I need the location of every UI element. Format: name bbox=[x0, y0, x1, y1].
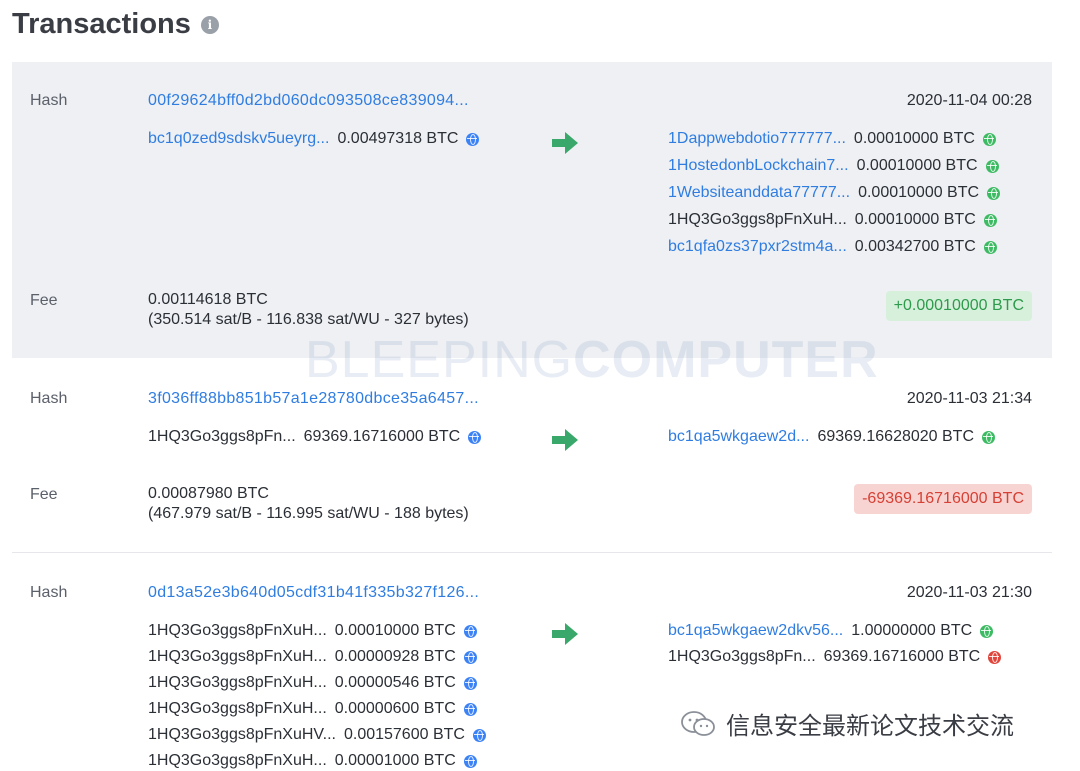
input-row: 1HQ3Go3ggs8pFnXuHV... 0.00157600 BTC bbox=[148, 726, 486, 744]
globe-icon[interactable] bbox=[980, 624, 994, 638]
input-amount: 69369.16716000 BTC bbox=[303, 428, 461, 445]
output-amount: 0.00010000 BTC bbox=[854, 211, 976, 228]
net-amount-badge: +0.00010000 BTC bbox=[885, 291, 1032, 321]
output-address-link[interactable]: 1Dappwebdotio777777... bbox=[668, 130, 846, 148]
fee-label: Fee bbox=[30, 486, 58, 503]
output-amount: 0.00010000 BTC bbox=[858, 184, 980, 201]
arrow-right-icon bbox=[552, 132, 578, 154]
output-amount: 69369.16716000 BTC bbox=[823, 648, 981, 665]
transaction-date: 2020-11-03 21:30 bbox=[906, 584, 1032, 601]
globe-icon[interactable] bbox=[463, 676, 477, 690]
input-row: 1HQ3Go3ggs8pFn... 69369.16716000 BTC bbox=[148, 428, 482, 446]
globe-icon[interactable] bbox=[987, 186, 1001, 200]
output-row: 1HQ3Go3ggs8pFn... 69369.16716000 BTC bbox=[668, 648, 1002, 666]
output-amount: 0.00342700 BTC bbox=[854, 238, 976, 255]
output-amount: 1.00000000 BTC bbox=[851, 622, 973, 639]
page-title: Transactions i bbox=[12, 8, 219, 41]
globe-icon[interactable] bbox=[982, 132, 996, 146]
page-title-text: Transactions bbox=[12, 8, 191, 40]
wechat-icon bbox=[681, 710, 715, 736]
input-amount: 0.00001000 BTC bbox=[334, 752, 456, 769]
input-address: 1HQ3Go3ggs8pFnXuH... bbox=[148, 674, 327, 691]
fee-info: 0.00114618 BTC (350.514 sat/B - 116.838 … bbox=[148, 290, 469, 330]
output-row: bc1qfa0zs37pxr2stm4a... 0.00342700 BTC bbox=[668, 238, 997, 256]
transaction-hash-link[interactable]: 0d13a52e3b640d05cdf31b41f335b327f126... bbox=[148, 584, 479, 602]
input-row: 1HQ3Go3ggs8pFnXuH... 0.00000546 BTC bbox=[148, 674, 477, 692]
globe-icon[interactable] bbox=[463, 754, 477, 768]
globe-icon[interactable] bbox=[468, 430, 482, 444]
output-address: 1HQ3Go3ggs8pFnXuH... bbox=[668, 211, 847, 228]
input-amount: 0.00000546 BTC bbox=[334, 674, 456, 691]
input-address: 1HQ3Go3ggs8pFn... bbox=[148, 428, 296, 445]
transaction-date: 2020-11-04 00:28 bbox=[906, 92, 1032, 109]
arrow-right-icon bbox=[552, 429, 578, 451]
fee-info: 0.00087980 BTC (467.979 sat/B - 116.995 … bbox=[148, 484, 469, 524]
output-address-link[interactable]: bc1qa5wkgaew2dkv56... bbox=[668, 622, 843, 640]
globe-icon[interactable] bbox=[463, 650, 477, 664]
input-row: 1HQ3Go3ggs8pFnXuH... 0.00000600 BTC bbox=[148, 700, 477, 718]
wechat-footer: 信息安全最新论文技术交流 bbox=[680, 706, 1014, 741]
fee-label: Fee bbox=[30, 292, 58, 309]
output-amount: 69369.16628020 BTC bbox=[817, 428, 975, 445]
globe-icon[interactable] bbox=[983, 213, 997, 227]
input-row: 1HQ3Go3ggs8pFnXuH... 0.00000928 BTC bbox=[148, 648, 477, 666]
input-address: 1HQ3Go3ggs8pFnXuHV... bbox=[148, 726, 336, 743]
globe-icon[interactable] bbox=[982, 430, 996, 444]
globe-icon[interactable] bbox=[463, 702, 477, 716]
input-row: 1HQ3Go3ggs8pFnXuH... 0.00001000 BTC bbox=[148, 752, 477, 770]
fee-detail: (467.979 sat/B - 116.995 sat/WU - 188 by… bbox=[148, 505, 469, 522]
globe-icon[interactable] bbox=[463, 624, 477, 638]
output-address-link[interactable]: bc1qa5wkgaew2d... bbox=[668, 428, 809, 446]
input-row: 1HQ3Go3ggs8pFnXuH... 0.00010000 BTC bbox=[148, 622, 477, 640]
input-address: 1HQ3Go3ggs8pFnXuH... bbox=[148, 752, 327, 769]
input-amount: 0.00000600 BTC bbox=[334, 700, 456, 717]
output-address-link[interactable]: bc1qfa0zs37pxr2stm4a... bbox=[668, 238, 847, 256]
arrow-right-icon bbox=[552, 623, 578, 645]
output-row: bc1qa5wkgaew2dkv56... 1.00000000 BTC bbox=[668, 622, 994, 640]
globe-icon[interactable] bbox=[466, 132, 480, 146]
input-address: 1HQ3Go3ggs8pFnXuH... bbox=[148, 622, 327, 639]
input-amount: 0.00157600 BTC bbox=[343, 726, 465, 743]
hash-label: Hash bbox=[30, 92, 68, 109]
divider bbox=[12, 552, 1052, 553]
output-address-link[interactable]: 1Websiteanddata77777... bbox=[668, 184, 850, 202]
output-amount: 0.00010000 BTC bbox=[853, 130, 975, 147]
transaction-card-2: Hash 3f036ff88bb851b57a1e28780dbce35a645… bbox=[12, 372, 1052, 552]
fee-amount: 0.00087980 BTC bbox=[148, 485, 269, 502]
fee-detail: (350.514 sat/B - 116.838 sat/WU - 327 by… bbox=[148, 311, 469, 328]
output-address: 1HQ3Go3ggs8pFn... bbox=[668, 648, 816, 665]
input-address: 1HQ3Go3ggs8pFnXuH... bbox=[148, 648, 327, 665]
input-amount: 0.00497318 BTC bbox=[337, 130, 459, 147]
fee-amount: 0.00114618 BTC bbox=[148, 291, 268, 308]
transaction-date: 2020-11-03 21:34 bbox=[906, 390, 1032, 407]
input-amount: 0.00010000 BTC bbox=[334, 622, 456, 639]
input-amount: 0.00000928 BTC bbox=[334, 648, 456, 665]
input-row: bc1q0zed9sdskv5ueyrg... 0.00497318 BTC bbox=[148, 130, 480, 148]
input-address: 1HQ3Go3ggs8pFnXuH... bbox=[148, 700, 327, 717]
output-row: 1HQ3Go3ggs8pFnXuH... 0.00010000 BTC bbox=[668, 211, 997, 229]
output-row: 1Dappwebdotio777777... 0.00010000 BTC bbox=[668, 130, 996, 148]
transaction-hash-link[interactable]: 00f29624bff0d2bd060dc093508ce839094... bbox=[148, 92, 469, 110]
hash-label: Hash bbox=[30, 390, 68, 407]
input-address-link[interactable]: bc1q0zed9sdskv5ueyrg... bbox=[148, 130, 329, 148]
globe-icon[interactable] bbox=[983, 240, 997, 254]
globe-icon[interactable] bbox=[472, 728, 486, 742]
globe-icon[interactable] bbox=[988, 650, 1002, 664]
output-row: 1Websiteanddata77777... 0.00010000 BTC bbox=[668, 184, 1001, 202]
wechat-channel-label: 信息安全最新论文技术交流 bbox=[726, 713, 1014, 740]
output-row: 1HostedonbLockchain7... 0.00010000 BTC bbox=[668, 157, 999, 175]
output-amount: 0.00010000 BTC bbox=[856, 157, 978, 174]
output-address-link[interactable]: 1HostedonbLockchain7... bbox=[668, 157, 849, 175]
transaction-hash-link[interactable]: 3f036ff88bb851b57a1e28780dbce35a6457... bbox=[148, 390, 479, 408]
transaction-card-1: Hash 00f29624bff0d2bd060dc093508ce839094… bbox=[12, 62, 1052, 358]
output-row: bc1qa5wkgaew2d... 69369.16628020 BTC bbox=[668, 428, 996, 446]
globe-icon[interactable] bbox=[985, 159, 999, 173]
hash-label: Hash bbox=[30, 584, 68, 601]
info-icon[interactable]: i bbox=[200, 15, 219, 34]
net-amount-badge: -69369.16716000 BTC bbox=[854, 484, 1032, 514]
